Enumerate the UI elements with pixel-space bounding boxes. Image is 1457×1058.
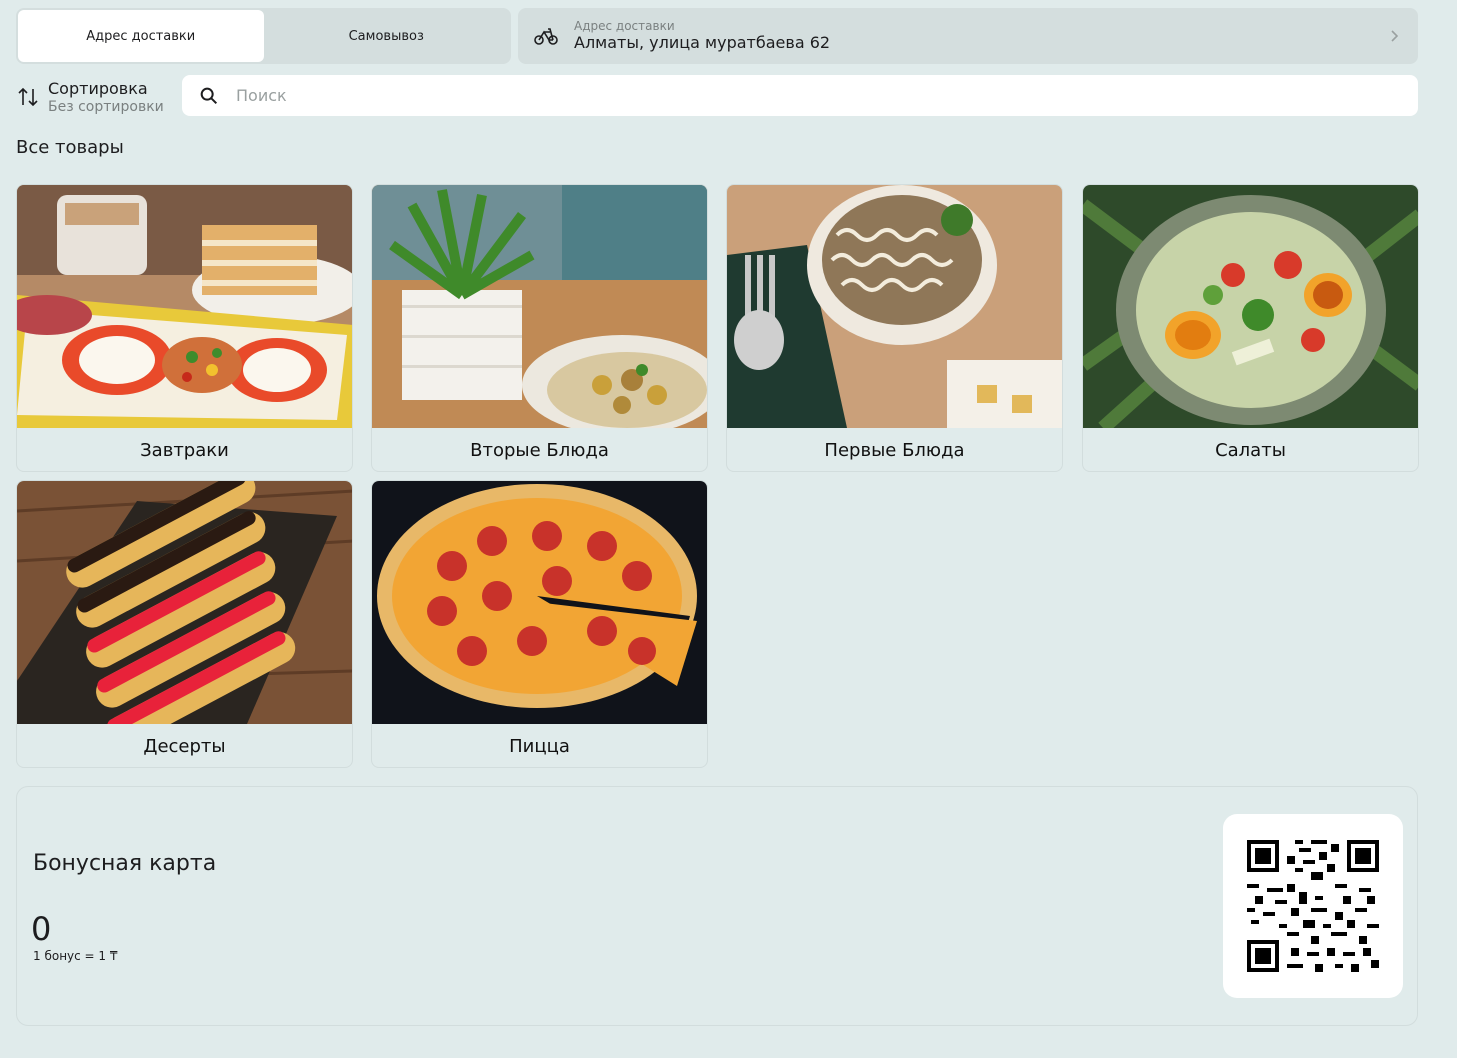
category-label: Первые Блюда xyxy=(824,439,965,461)
sort-title: Сортировка xyxy=(48,78,148,98)
category-label: Салаты xyxy=(1215,439,1286,461)
category-card-breakfast[interactable]: Завтраки xyxy=(16,184,353,472)
soups-image xyxy=(727,185,1062,428)
sort-current: Без сортировки xyxy=(48,98,164,115)
address-value: Алматы, улица муратбаева 62 xyxy=(574,33,831,52)
bicycle-icon xyxy=(534,28,558,45)
category-card-main-courses[interactable]: Вторые Блюда xyxy=(371,184,708,472)
pizza-image xyxy=(372,481,707,724)
sort-button[interactable]: Сортировка Без сортировки xyxy=(16,77,176,117)
category-label: Завтраки xyxy=(140,439,229,461)
delivery-tab[interactable]: Адрес доставки xyxy=(18,10,264,62)
delivery-mode-switch: Адрес доставки Самовывоз xyxy=(16,8,511,64)
delivery-address-selector[interactable]: Адрес доставки Алматы, улица муратбаева … xyxy=(518,8,1418,64)
main-courses-image xyxy=(372,185,707,428)
category-label: Десерты xyxy=(143,735,226,757)
pickup-tab[interactable]: Самовывоз xyxy=(264,10,510,62)
qr-code-icon xyxy=(1247,840,1379,972)
category-label: Пицца xyxy=(509,735,570,757)
search-bar xyxy=(182,75,1418,116)
chevron-right-icon xyxy=(1391,30,1399,42)
search-icon xyxy=(200,87,218,104)
desserts-image xyxy=(17,481,352,724)
salads-image xyxy=(1083,185,1418,428)
category-card-pizza[interactable]: Пицца xyxy=(371,480,708,768)
sort-arrows-icon xyxy=(18,87,38,107)
catalog-title: Все товары xyxy=(16,137,124,158)
category-card-soups[interactable]: Первые Блюда xyxy=(726,184,1063,472)
address-label: Адрес доставки xyxy=(574,19,675,33)
bonus-card: Бонусная карта 0 1 бонус = 1 ₸ xyxy=(16,786,1418,1026)
bonus-balance: 0 xyxy=(31,910,52,948)
category-card-salads[interactable]: Салаты xyxy=(1082,184,1419,472)
category-card-desserts[interactable]: Десерты xyxy=(16,480,353,768)
breakfast-image xyxy=(17,185,352,428)
category-label: Вторые Блюда xyxy=(470,439,609,461)
bonus-qr-code[interactable] xyxy=(1223,814,1403,998)
address-text: Адрес доставки Алматы, улица муратбаева … xyxy=(574,19,1386,53)
bonus-rate: 1 бонус = 1 ₸ xyxy=(33,949,118,963)
bonus-card-title: Бонусная карта xyxy=(33,851,217,876)
search-input[interactable] xyxy=(236,86,1402,105)
